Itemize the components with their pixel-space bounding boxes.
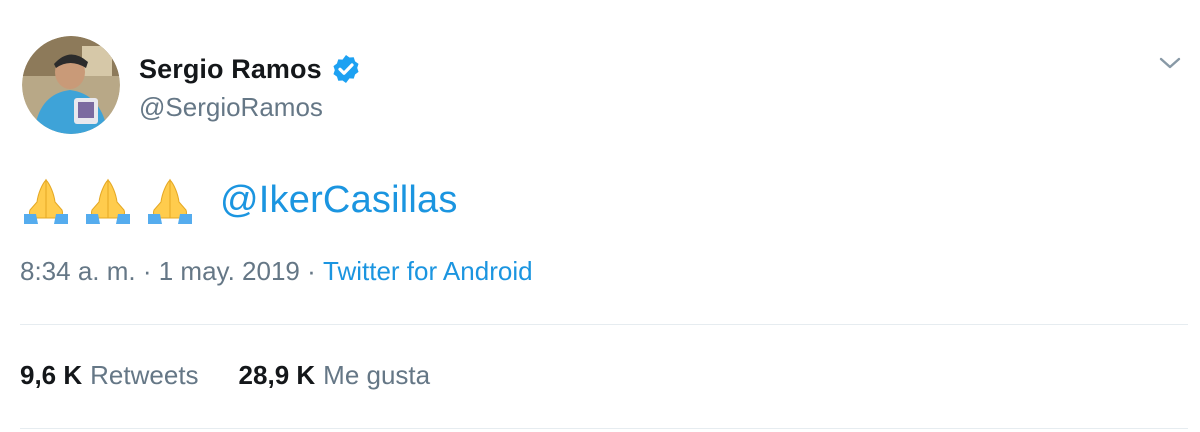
retweets-stat[interactable]: 9,6 K Retweets (20, 360, 199, 391)
tweet-card: Sergio Ramos @SergioRamos @IkerCasillas … (0, 0, 1200, 432)
chevron-down-icon[interactable] (1156, 52, 1184, 74)
divider (20, 428, 1188, 429)
tweet-source-link[interactable]: Twitter for Android (323, 256, 533, 287)
likes-stat[interactable]: 28,9 K Me gusta (239, 360, 431, 391)
meta-separator: · (299, 256, 324, 286)
avatar-image (22, 36, 120, 134)
verified-badge-icon (330, 53, 362, 85)
author-name-row: Sergio Ramos (139, 51, 362, 87)
retweets-count: 9,6 K (20, 360, 83, 390)
folded-hands-icon (144, 174, 202, 226)
divider (20, 324, 1188, 325)
tweet-metadata: 8:34 a. m. · 1 may. 2019 · Twitter for A… (20, 256, 533, 287)
likes-label: Me gusta (323, 360, 431, 390)
author-display-name[interactable]: Sergio Ramos (139, 54, 322, 85)
tweet-text: @IkerCasillas (20, 172, 458, 228)
meta-separator: · (135, 256, 159, 286)
tweet-time[interactable]: 8:34 a. m. (20, 256, 136, 287)
tweet-date[interactable]: 1 may. 2019 (159, 256, 300, 287)
folded-hands-icon (20, 174, 78, 226)
tweet-stats: 9,6 K Retweets 28,9 K Me gusta (20, 360, 430, 391)
likes-count: 28,9 K (238, 360, 316, 390)
author-handle[interactable]: @SergioRamos (139, 92, 323, 123)
folded-hands-icon (82, 174, 140, 226)
avatar[interactable] (22, 36, 120, 134)
mention-link[interactable]: @IkerCasillas (220, 179, 458, 222)
retweets-label: Retweets (90, 360, 199, 390)
